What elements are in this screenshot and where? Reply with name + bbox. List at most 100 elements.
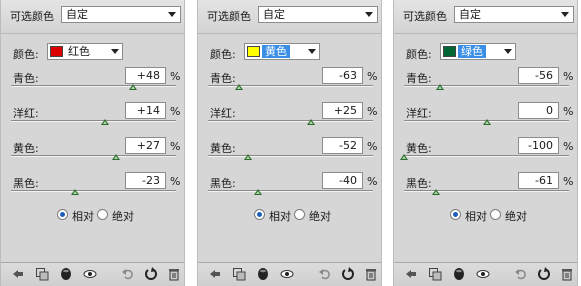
colors-dropdown[interactable]: 红色 — [47, 43, 123, 60]
cyan-input[interactable]: -63 — [322, 67, 363, 84]
magenta-slider[interactable] — [404, 119, 569, 125]
preset-value: 自定 — [66, 8, 88, 21]
selective-color-panel-yellow: 可选颜色 自定 颜色: 黄色 青色: -63 % 洋红: +25 % 黄色: -… — [197, 0, 382, 286]
selective-color-panel-green: 可选颜色 自定 颜色: 绿色 青色: -56 % 洋红: 0 % 黄色: -10… — [393, 0, 578, 286]
visibility-mask-icon[interactable] — [59, 267, 73, 281]
slider-thumb[interactable] — [70, 189, 79, 195]
preset-dropdown[interactable]: 自定 — [454, 6, 574, 23]
black-slider[interactable] — [404, 189, 569, 195]
slider-thumb[interactable] — [234, 84, 243, 90]
panel-title: 可选颜色 — [403, 10, 447, 23]
percent-sign: % — [563, 70, 574, 83]
panel-footer — [1, 262, 184, 286]
visibility-mask-icon[interactable] — [256, 267, 270, 281]
preset-value: 自定 — [263, 8, 285, 21]
color-swatch — [247, 46, 260, 57]
black-input[interactable]: -23 — [125, 172, 166, 189]
trash-icon[interactable] — [364, 267, 378, 281]
slider-thumb[interactable] — [436, 84, 445, 90]
slider-thumb[interactable] — [253, 189, 262, 195]
reset-icon[interactable] — [341, 267, 355, 281]
magenta-slider[interactable] — [208, 119, 373, 125]
magenta-label: 洋红: — [210, 107, 236, 120]
percent-sign: % — [170, 105, 181, 118]
panel-header: 可选颜色 自定 — [198, 0, 381, 34]
colors-dropdown[interactable]: 黄色 — [244, 43, 320, 60]
color-swatch — [443, 46, 456, 57]
undo-icon[interactable] — [121, 267, 135, 281]
magenta-input[interactable]: 0 — [518, 102, 559, 119]
clip-layer-icon[interactable] — [35, 267, 49, 281]
slider-thumb[interactable] — [101, 119, 110, 125]
radio-dot — [97, 209, 108, 220]
clip-layer-icon[interactable] — [232, 267, 246, 281]
undo-icon[interactable] — [318, 267, 332, 281]
percent-sign: % — [563, 105, 574, 118]
eye-icon[interactable] — [476, 267, 490, 281]
color-name: 黄色 — [262, 45, 290, 58]
trash-icon[interactable] — [167, 267, 181, 281]
panel-footer — [394, 262, 577, 286]
panel-header: 可选颜色 自定 — [1, 0, 184, 34]
radio-dot — [294, 209, 305, 220]
magenta-input[interactable]: +14 — [125, 102, 166, 119]
slider-thumb[interactable] — [111, 154, 120, 160]
percent-sign: % — [367, 175, 378, 188]
yellow-input[interactable]: -100 — [518, 137, 559, 154]
yellow-input[interactable]: +27 — [125, 137, 166, 154]
panel-footer — [198, 262, 381, 286]
dropdown-arrow-icon — [111, 49, 119, 54]
relative-label: 相对 — [465, 210, 487, 223]
cyan-slider[interactable] — [208, 84, 373, 90]
slider-thumb[interactable] — [400, 154, 408, 160]
visibility-mask-icon[interactable] — [452, 267, 466, 281]
clip-layer-icon[interactable] — [428, 267, 442, 281]
cyan-label: 青色: — [406, 72, 432, 85]
dropdown-arrow-icon — [561, 12, 569, 17]
panel-header: 可选颜色 自定 — [394, 0, 577, 34]
slider-thumb[interactable] — [482, 119, 491, 125]
cyan-slider[interactable] — [404, 84, 569, 90]
relative-label: 相对 — [269, 210, 291, 223]
cyan-input[interactable]: +48 — [125, 67, 166, 84]
preset-dropdown[interactable]: 自定 — [258, 6, 378, 23]
black-slider[interactable] — [208, 189, 373, 195]
black-label: 黑色: — [210, 177, 236, 190]
yellow-slider[interactable] — [11, 154, 176, 160]
slider-thumb[interactable] — [307, 119, 316, 125]
cyan-label: 青色: — [13, 72, 39, 85]
black-slider[interactable] — [11, 189, 176, 195]
color-name: 红色 — [68, 45, 90, 58]
back-arrow-icon[interactable] — [11, 267, 25, 281]
back-arrow-icon[interactable] — [208, 267, 222, 281]
undo-icon[interactable] — [514, 267, 528, 281]
slider-thumb[interactable] — [432, 189, 441, 195]
black-input[interactable]: -40 — [322, 172, 363, 189]
yellow-slider[interactable] — [400, 154, 569, 160]
absolute-label: 绝对 — [309, 210, 331, 223]
black-input[interactable]: -61 — [518, 172, 559, 189]
reset-icon[interactable] — [537, 267, 551, 281]
magenta-input[interactable]: +25 — [322, 102, 363, 119]
colors-label: 颜色: — [210, 48, 236, 61]
trash-icon[interactable] — [560, 267, 574, 281]
slider-thumb[interactable] — [129, 84, 138, 90]
yellow-input[interactable]: -52 — [322, 137, 363, 154]
eye-icon[interactable] — [83, 267, 97, 281]
colors-dropdown[interactable]: 绿色 — [440, 43, 516, 60]
back-arrow-icon[interactable] — [404, 267, 418, 281]
percent-sign: % — [563, 175, 574, 188]
absolute-label: 绝对 — [505, 210, 527, 223]
preset-dropdown[interactable]: 自定 — [61, 6, 181, 23]
cyan-input[interactable]: -56 — [518, 67, 559, 84]
cyan-slider[interactable] — [11, 84, 176, 90]
eye-icon[interactable] — [280, 267, 294, 281]
yellow-slider[interactable] — [208, 154, 373, 160]
selective-color-panel-red: 可选颜色 自定 颜色: 红色 青色: +48 % 洋红: +14 % 黄色: +… — [0, 0, 185, 286]
slider-thumb[interactable] — [243, 154, 252, 160]
dropdown-arrow-icon — [365, 12, 373, 17]
reset-icon[interactable] — [144, 267, 158, 281]
yellow-label: 黄色: — [406, 142, 432, 155]
percent-sign: % — [367, 105, 378, 118]
magenta-slider[interactable] — [11, 119, 176, 125]
